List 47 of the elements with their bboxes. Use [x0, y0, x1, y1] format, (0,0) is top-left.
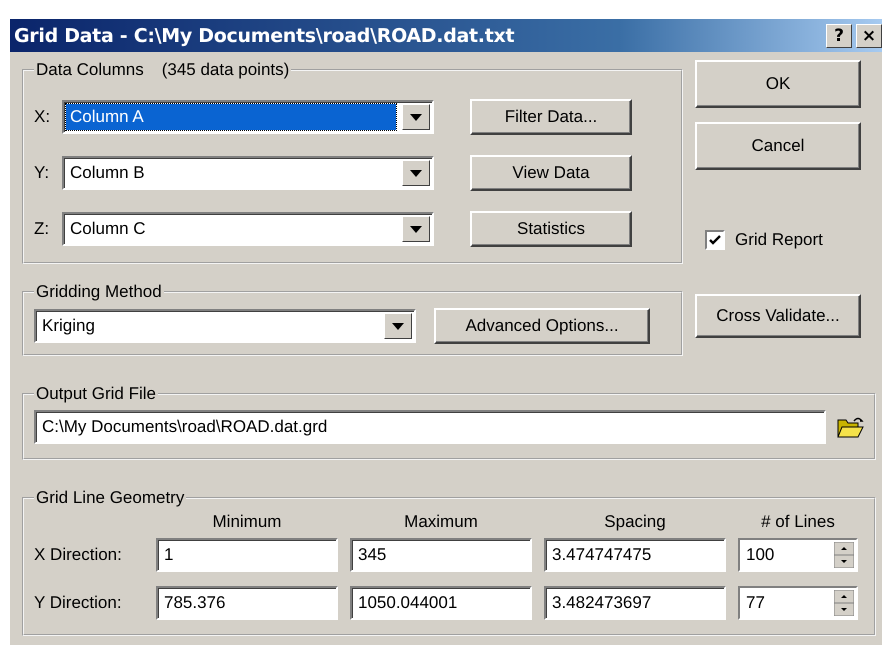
close-button[interactable]: ×: [856, 24, 882, 48]
value-field[interactable]: 345: [350, 538, 532, 572]
line-count-spinner[interactable]: 77: [738, 586, 858, 620]
group-title: Gridding Method: [35, 282, 163, 302]
axis-label: X:: [34, 107, 52, 127]
dropdown-arrow-icon: [410, 114, 422, 120]
row-label: Y Direction:: [34, 593, 123, 613]
row-label: X Direction:: [34, 545, 123, 565]
group-title: Data Columns: [36, 60, 144, 80]
value-field[interactable]: 3.474747475: [544, 538, 726, 572]
group-title: Output Grid File: [35, 384, 157, 404]
dropdown-arrow-icon: [392, 322, 404, 330]
dropdown-arrow-icon: [410, 226, 422, 232]
action-button[interactable]: View Data: [470, 155, 632, 191]
value-field[interactable]: 1050.044001: [350, 586, 532, 620]
folder-icon[interactable]: [836, 415, 864, 439]
column-header: Minimum: [212, 512, 282, 532]
group-title: Grid Line Geometry: [35, 488, 186, 508]
checkbox[interactable]: [705, 230, 725, 250]
window-title: Grid Data - C:\My Documents\road\ROAD.dat.txt: [14, 24, 516, 46]
data-point-count: (345 data points): [162, 60, 290, 80]
column-dropdown[interactable]: Column A: [62, 100, 434, 134]
axis-label: Z:: [34, 219, 50, 239]
line-count-spinner[interactable]: 100: [738, 538, 858, 572]
column-header: # of Lines: [760, 512, 836, 532]
help-button[interactable]: ?: [826, 24, 852, 48]
action-button[interactable]: Statistics: [470, 211, 632, 247]
spin-arrows-icon[interactable]: [834, 590, 854, 616]
check-mark-icon: [709, 235, 721, 245]
column-dropdown[interactable]: Column B: [62, 156, 434, 190]
column-header: Spacing: [603, 512, 667, 532]
axis-label: Y:: [34, 163, 50, 183]
column-header: Maximum: [403, 512, 479, 532]
method-dropdown[interactable]: Kriging: [34, 309, 416, 343]
action-button[interactable]: Filter Data...: [470, 99, 632, 135]
column-dropdown[interactable]: Column C: [62, 212, 434, 246]
file-path-field[interactable]: C:\My Documents\road\ROAD.dat.grd: [34, 410, 826, 444]
value-field[interactable]: 3.482473697: [544, 586, 726, 620]
spin-arrows-icon[interactable]: [834, 542, 854, 568]
advanced-options-button[interactable]: Advanced Options...: [434, 308, 650, 344]
value-field[interactable]: 785.376: [156, 586, 338, 620]
dropdown-arrow-icon: [410, 170, 422, 176]
cross-validate-button[interactable]: Cross Validate...: [695, 294, 861, 338]
checkbox-label: Grid Report: [735, 230, 823, 250]
ok-button[interactable]: OK: [695, 60, 861, 108]
cancel-button[interactable]: Cancel: [695, 122, 861, 170]
value-field[interactable]: 1: [156, 538, 338, 572]
